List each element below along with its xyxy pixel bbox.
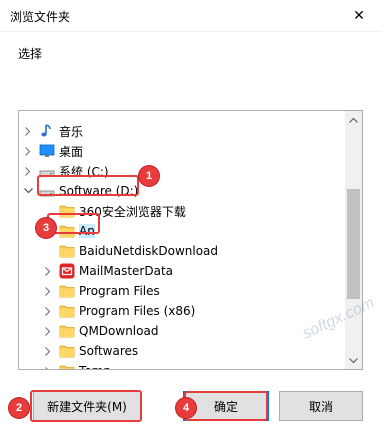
scroll-thumb[interactable] bbox=[347, 189, 360, 299]
tree-item-label: MailMasterData bbox=[79, 264, 174, 278]
folder-icon bbox=[59, 363, 75, 369]
cancel-button[interactable]: 取消 bbox=[279, 391, 363, 421]
chevron-up-icon bbox=[349, 117, 358, 123]
annotation-highlight-1 bbox=[37, 175, 139, 196]
annotation-badge-3: 3 bbox=[36, 218, 56, 238]
window-title: 浏览文件夹 bbox=[10, 10, 71, 24]
tree-item[interactable]: Softwares bbox=[41, 341, 138, 361]
scroll-down-arrow[interactable] bbox=[345, 352, 362, 369]
prompt-label: 选择 bbox=[18, 47, 43, 61]
tree-item[interactable]: 音乐 bbox=[21, 121, 83, 141]
tree-item[interactable]: Program Files (x86) bbox=[41, 301, 195, 321]
title-bar: 浏览文件夹 ✕ bbox=[0, 0, 382, 32]
chevron-right-icon[interactable] bbox=[41, 321, 55, 341]
folder-icon bbox=[59, 283, 75, 299]
chevron-right-icon[interactable] bbox=[21, 141, 35, 161]
close-button[interactable]: ✕ bbox=[336, 0, 382, 32]
tree-item-label: 音乐 bbox=[59, 124, 84, 139]
tree-item-label: BaiduNetdiskDownload bbox=[79, 244, 219, 258]
vertical-scrollbar[interactable] bbox=[345, 111, 362, 369]
chevron-right-icon[interactable] bbox=[21, 161, 35, 181]
folder-icon bbox=[59, 243, 75, 259]
folder-icon bbox=[59, 343, 75, 359]
tree-item[interactable]: Temp bbox=[41, 361, 111, 369]
tree-item-label: Program Files bbox=[79, 284, 160, 298]
tree-item[interactable]: 桌面 bbox=[21, 141, 83, 161]
chevron-right-icon[interactable] bbox=[41, 261, 55, 281]
chevron-right-icon[interactable] bbox=[21, 121, 35, 141]
close-icon: ✕ bbox=[353, 8, 365, 24]
chevron-right-icon[interactable] bbox=[41, 361, 55, 369]
tree-item-label: QMDownload bbox=[79, 324, 159, 338]
annotation-highlight-2 bbox=[30, 390, 142, 422]
folder-icon bbox=[59, 303, 75, 319]
tree-item-label: 桌面 bbox=[59, 144, 84, 159]
annotation-badge-2: 2 bbox=[9, 398, 29, 418]
tree-item[interactable]: Program Files bbox=[41, 281, 160, 301]
desktop-icon bbox=[39, 143, 55, 159]
scroll-up-arrow[interactable] bbox=[345, 111, 362, 128]
annotation-highlight-4 bbox=[184, 391, 268, 421]
annotation-badge-4: 4 bbox=[176, 398, 196, 418]
annotation-badge-1: 1 bbox=[139, 166, 159, 186]
tree-item-label: Temp bbox=[79, 364, 111, 369]
folder-icon bbox=[59, 323, 75, 339]
chevron-right-icon[interactable] bbox=[41, 341, 55, 361]
tree-item[interactable]: BaiduNetdiskDownload bbox=[41, 241, 218, 261]
tree-item-label: Softwares bbox=[79, 344, 139, 358]
chevron-right-icon[interactable] bbox=[41, 301, 55, 321]
mailmaster-icon bbox=[59, 263, 75, 279]
chevron-down-icon[interactable] bbox=[21, 181, 35, 201]
tree-item-label: Program Files (x86) bbox=[79, 304, 196, 318]
music-icon bbox=[39, 123, 55, 139]
tree-item[interactable]: QMDownload bbox=[41, 321, 158, 341]
tree-item[interactable]: MailMasterData bbox=[41, 261, 173, 281]
chevron-down-icon bbox=[349, 357, 358, 363]
chevron-right-icon[interactable] bbox=[41, 281, 55, 301]
